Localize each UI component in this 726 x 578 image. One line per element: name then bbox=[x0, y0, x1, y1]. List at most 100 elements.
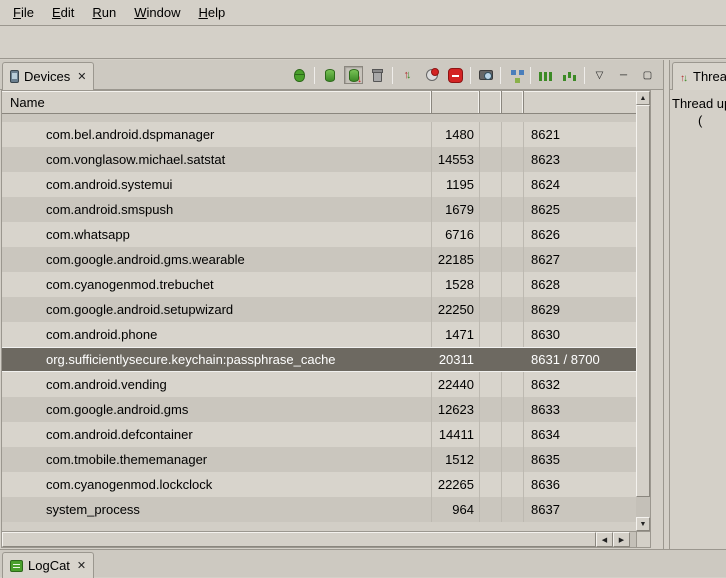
horizontal-scrollbar-thumb[interactable] bbox=[2, 532, 596, 547]
table-row[interactable]: com.google.android.gms.wearable 22185 86… bbox=[2, 247, 636, 272]
cell-port: 8627 bbox=[524, 247, 636, 272]
minimize-icon[interactable]: ─ bbox=[614, 66, 633, 84]
vertical-scrollbar[interactable]: ▲ ▼ bbox=[636, 91, 650, 531]
scroll-up-button[interactable]: ▲ bbox=[636, 91, 650, 105]
table-row[interactable]: com.android.vending 22440 8632 bbox=[2, 372, 636, 397]
tab-devices[interactable]: Devices ✕ bbox=[2, 62, 94, 90]
tracing-icon[interactable] bbox=[560, 66, 579, 84]
table-row[interactable]: com.android.phone 1471 8630 bbox=[2, 322, 636, 347]
cell-empty-1 bbox=[480, 447, 502, 472]
network-stats-icon[interactable] bbox=[536, 66, 555, 84]
cell-empty-1 bbox=[480, 322, 502, 347]
toolbar-separator bbox=[392, 67, 393, 84]
cell-port: 8628 bbox=[524, 272, 636, 297]
table-row[interactable]: com.android.systemui 1195 8624 bbox=[2, 172, 636, 197]
cell-name: com.android.phone bbox=[2, 322, 432, 347]
scrollbar-corner bbox=[636, 531, 650, 547]
table-header-row: Name bbox=[2, 91, 636, 114]
close-icon[interactable]: ✕ bbox=[77, 70, 86, 83]
cell-empty-2 bbox=[502, 122, 524, 147]
cell-pid: 14411 bbox=[432, 422, 480, 447]
cell-empty-1 bbox=[480, 272, 502, 297]
tab-threads[interactable]: ↑↓ Threads bbox=[672, 62, 726, 90]
cell-name: com.android.vending bbox=[2, 372, 432, 397]
cell-pid: 12623 bbox=[432, 397, 480, 422]
cell-port: 8621 bbox=[524, 122, 636, 147]
table-row[interactable]: com.vonglasow.michael.satstat 14553 8623 bbox=[2, 147, 636, 172]
menu-window[interactable]: Window bbox=[125, 1, 189, 24]
view-menu-chevron-icon[interactable]: ▽ bbox=[590, 66, 609, 84]
menu-run[interactable]: Run bbox=[83, 1, 125, 24]
update-threads-icon[interactable]: ↑↓ bbox=[398, 66, 417, 84]
cell-name: com.android.defcontainer bbox=[2, 422, 432, 447]
column-header-empty-2[interactable] bbox=[502, 91, 524, 113]
dump-hprof-icon[interactable]: ↓ bbox=[344, 66, 363, 84]
column-header-empty-1[interactable] bbox=[480, 91, 502, 113]
scroll-right-button[interactable]: ▶ bbox=[613, 532, 630, 547]
cell-port: 8633 bbox=[524, 397, 636, 422]
table-rows-viewport: com.bel.android.dspmanager 1480 8621 com… bbox=[2, 114, 636, 531]
table-row[interactable]: com.bel.android.dspmanager 1480 8621 bbox=[2, 122, 636, 147]
cell-name: com.tmobile.thememanager bbox=[2, 447, 432, 472]
cell-port: 8631 / 8700 bbox=[524, 348, 636, 371]
cell-port: 8624 bbox=[524, 172, 636, 197]
threads-panel: ↑↓ Threads Thread up ( bbox=[669, 60, 726, 549]
table-row[interactable]: org.sufficientlysecure.keychain:passphra… bbox=[2, 347, 636, 372]
menu-file[interactable]: File bbox=[4, 1, 43, 24]
device-process-table: Name com.bel.android.dspmanager 1480 862… bbox=[1, 90, 651, 548]
logcat-icon bbox=[10, 560, 23, 572]
debug-process-icon[interactable] bbox=[290, 66, 309, 84]
table-row[interactable]: com.android.defcontainer 14411 8634 bbox=[2, 422, 636, 447]
cell-empty-1 bbox=[480, 348, 502, 371]
cell-empty-1 bbox=[480, 372, 502, 397]
bottom-tabbar: LogCat ✕ bbox=[0, 549, 726, 577]
column-header-port[interactable] bbox=[524, 91, 636, 113]
cell-name: com.android.systemui bbox=[2, 172, 432, 197]
cell-name: org.sufficientlysecure.keychain:passphra… bbox=[2, 348, 432, 371]
table-row[interactable]: com.google.android.setupwizard 22250 862… bbox=[2, 297, 636, 322]
cell-name: com.vonglasow.michael.satstat bbox=[2, 147, 432, 172]
cell-pid: 1471 bbox=[432, 322, 480, 347]
close-icon[interactable]: ✕ bbox=[77, 559, 86, 572]
scroll-left-button[interactable]: ◀ bbox=[596, 532, 613, 547]
cell-empty-1 bbox=[480, 222, 502, 247]
cell-name: com.bel.android.dspmanager bbox=[2, 122, 432, 147]
cell-port: 8635 bbox=[524, 447, 636, 472]
column-header-name[interactable]: Name bbox=[2, 91, 432, 113]
table-row[interactable]: com.google.android.gms 12623 8633 bbox=[2, 397, 636, 422]
menu-help[interactable]: Help bbox=[189, 1, 234, 24]
cell-pid: 1480 bbox=[432, 122, 480, 147]
method-profiling-icon[interactable] bbox=[422, 66, 441, 84]
cell-empty-2 bbox=[502, 272, 524, 297]
cell-empty-2 bbox=[502, 222, 524, 247]
table-row[interactable]: system_process 964 8637 bbox=[2, 497, 636, 522]
cell-port: 8625 bbox=[524, 197, 636, 222]
cell-pid: 20311 bbox=[432, 348, 480, 371]
column-header-pid[interactable] bbox=[432, 91, 480, 113]
table-row[interactable]: com.tmobile.thememanager 1512 8635 bbox=[2, 447, 636, 472]
scroll-down-button[interactable]: ▼ bbox=[636, 517, 650, 531]
table-row[interactable]: com.android.smspush 1679 8625 bbox=[2, 197, 636, 222]
cause-gc-icon[interactable] bbox=[368, 66, 387, 84]
threads-message: Thread up ( bbox=[670, 90, 726, 134]
screen-capture-icon[interactable] bbox=[476, 66, 495, 84]
hierarchy-view-icon[interactable] bbox=[506, 66, 525, 84]
cell-port: 8632 bbox=[524, 372, 636, 397]
maximize-icon[interactable]: ▢ bbox=[638, 66, 657, 84]
menu-bar: File Edit Run Window Help bbox=[0, 0, 726, 26]
table-row[interactable]: com.cyanogenmod.lockclock 22265 8636 bbox=[2, 472, 636, 497]
menu-edit[interactable]: Edit bbox=[43, 1, 83, 24]
cell-pid: 964 bbox=[432, 497, 480, 522]
tab-logcat[interactable]: LogCat ✕ bbox=[2, 552, 94, 578]
table-row[interactable]: com.cyanogenmod.trebuchet 1528 8628 bbox=[2, 272, 636, 297]
devices-tabbar: Devices ✕ ↓ ↑↓ ▽ bbox=[0, 60, 663, 90]
toolbar-separator bbox=[314, 67, 315, 84]
cell-empty-2 bbox=[502, 447, 524, 472]
vertical-scrollbar-thumb[interactable] bbox=[636, 105, 650, 497]
cell-empty-2 bbox=[502, 472, 524, 497]
update-heap-icon[interactable] bbox=[320, 66, 339, 84]
stop-icon[interactable] bbox=[446, 66, 465, 84]
cell-pid: 1528 bbox=[432, 272, 480, 297]
horizontal-scrollbar[interactable]: ◀ ▶ bbox=[2, 531, 636, 547]
table-row[interactable]: com.whatsapp 6716 8626 bbox=[2, 222, 636, 247]
